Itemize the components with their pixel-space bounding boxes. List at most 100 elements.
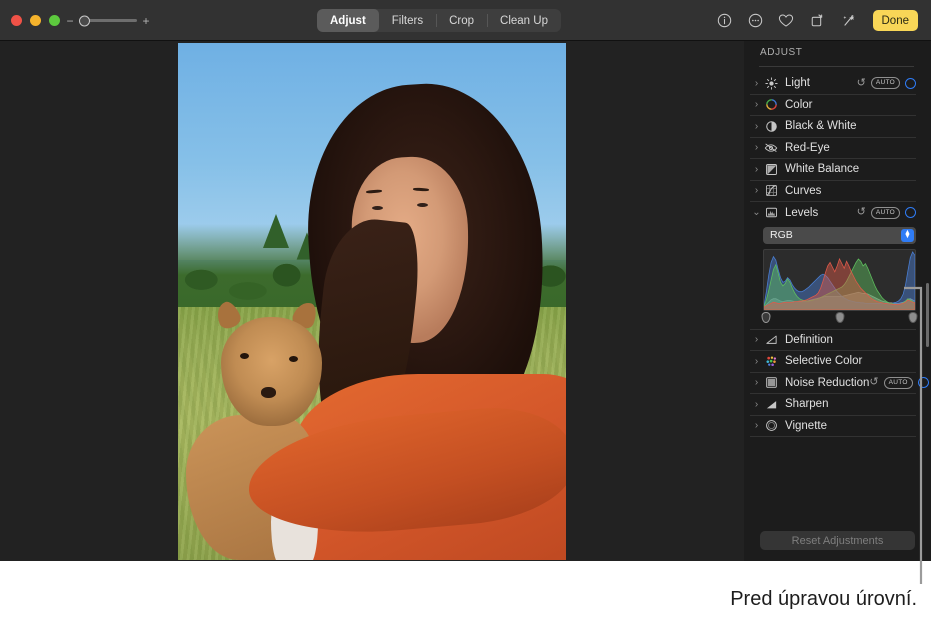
- row-controls: ↺ AUTO: [869, 377, 928, 389]
- sidebar-item-levels[interactable]: ⌄ Levels ↺ AUTO: [750, 202, 916, 224]
- levels-channel-select[interactable]: RGB ▲▼: [763, 227, 916, 244]
- chevron-right-icon[interactable]: ›: [750, 377, 763, 388]
- chevron-right-icon[interactable]: ›: [750, 164, 763, 175]
- auto-button[interactable]: AUTO: [871, 77, 900, 89]
- noise-reduction-icon: [763, 376, 779, 390]
- revert-icon[interactable]: ↺: [857, 78, 866, 89]
- chevron-right-icon[interactable]: ›: [750, 99, 763, 110]
- enable-toggle[interactable]: [918, 377, 929, 388]
- row-controls: ↺ AUTO: [857, 207, 916, 219]
- tab-adjust[interactable]: Adjust: [317, 9, 379, 32]
- zoom-slider-track[interactable]: [79, 19, 137, 22]
- photo-dog-head: [221, 317, 322, 426]
- enable-toggle[interactable]: [905, 78, 916, 89]
- sidebar-item-definition[interactable]: › Definition: [750, 330, 916, 352]
- auto-button[interactable]: AUTO: [884, 377, 913, 389]
- window-toolbar: − + Adjust Filters Crop Clean Up: [0, 0, 931, 41]
- sidebar-item-label: Selective Color: [785, 355, 862, 367]
- reset-adjustments-button[interactable]: Reset Adjustments: [760, 531, 915, 550]
- levels-histogram[interactable]: [763, 249, 916, 311]
- sidebar-item-curves[interactable]: › Curves: [750, 181, 916, 203]
- chevron-right-icon[interactable]: ›: [750, 121, 763, 132]
- crossed-eye-icon: [763, 141, 779, 155]
- chevron-right-icon[interactable]: ›: [750, 78, 763, 89]
- revert-icon[interactable]: ↺: [869, 377, 878, 388]
- favorite-heart-icon[interactable]: [778, 12, 795, 29]
- sidebar-item-label: Vignette: [785, 420, 827, 432]
- sidebar-item-label: Noise Reduction: [785, 377, 869, 389]
- editor-mode-tabs: Adjust Filters Crop Clean Up: [317, 9, 561, 32]
- sidebar-item-selective-color[interactable]: › Selective Color: [750, 351, 916, 373]
- tab-filters[interactable]: Filters: [379, 9, 436, 32]
- sidebar-scrollbar[interactable]: [926, 283, 929, 347]
- chevron-right-icon[interactable]: ›: [750, 399, 763, 410]
- chevron-up-down-icon[interactable]: ▲▼: [901, 229, 914, 242]
- sidebar-item-vignette[interactable]: › Vignette: [750, 416, 916, 438]
- more-options-icon[interactable]: [747, 12, 764, 29]
- done-button[interactable]: Done: [873, 10, 919, 31]
- photo-pine-tree: [263, 214, 289, 248]
- midtone-gamma-handle[interactable]: [835, 312, 844, 323]
- half-circle-icon: [763, 119, 779, 133]
- chevron-right-icon[interactable]: ›: [750, 185, 763, 196]
- toolbar-action-icons: Done: [716, 9, 919, 32]
- levels-icon: [763, 206, 779, 220]
- zoom-slider-control[interactable]: − +: [66, 13, 150, 28]
- revert-icon[interactable]: ↺: [857, 207, 866, 218]
- chevron-right-icon[interactable]: ›: [750, 420, 763, 431]
- photo-dog-eye: [289, 356, 298, 362]
- sidebar-item-label: Definition: [785, 334, 833, 346]
- minimize-window-button[interactable]: [30, 15, 41, 26]
- sidebar-item-black-and-white[interactable]: › Black & White: [750, 116, 916, 138]
- sidebar-item-label: Curves: [785, 185, 821, 197]
- tab-crop[interactable]: Crop: [436, 9, 487, 32]
- vignette-icon: [763, 419, 779, 433]
- photo-eyebrow: [413, 187, 429, 191]
- close-window-button[interactable]: [11, 15, 22, 26]
- edited-photo-woman-holding-dog[interactable]: [178, 43, 566, 560]
- levels-expanded-body: RGB ▲▼: [750, 224, 916, 330]
- sidebar-title: ADJUST: [760, 47, 803, 58]
- info-icon[interactable]: [716, 12, 733, 29]
- sun-icon: [763, 76, 779, 90]
- zoom-slider-knob[interactable]: [79, 15, 90, 26]
- sidebar-title-divider: [759, 66, 914, 67]
- sidebar-item-label: Color: [785, 99, 812, 111]
- white-balance-icon: [763, 162, 779, 176]
- sidebar-item-white-balance[interactable]: › White Balance: [750, 159, 916, 181]
- sidebar-item-label: Red-Eye: [785, 142, 830, 154]
- levels-channel-value: RGB: [770, 229, 793, 241]
- sidebar-item-color[interactable]: › Color: [750, 95, 916, 117]
- traffic-light-buttons: [11, 15, 60, 26]
- photo-dog-nose: [261, 387, 276, 398]
- chevron-right-icon[interactable]: ›: [750, 142, 763, 153]
- black-point-handle[interactable]: [762, 312, 771, 323]
- tab-clean-up[interactable]: Clean Up: [487, 9, 561, 32]
- white-point-handle[interactable]: [908, 312, 917, 323]
- histogram-svg: [764, 250, 915, 310]
- zoom-in-icon[interactable]: +: [142, 15, 150, 27]
- sidebar-item-light[interactable]: › Light ↺ AUTO: [750, 73, 916, 95]
- chevron-right-icon[interactable]: ›: [750, 334, 763, 345]
- sidebar-item-sharpen[interactable]: › Sharpen: [750, 394, 916, 416]
- zoom-out-icon[interactable]: −: [66, 15, 74, 27]
- chevron-down-icon[interactable]: ⌄: [750, 207, 763, 218]
- zoom-window-button[interactable]: [49, 15, 60, 26]
- sidebar-item-label: Sharpen: [785, 398, 828, 410]
- sidebar-item-red-eye[interactable]: › Red-Eye: [750, 138, 916, 160]
- color-wheel-icon: [763, 98, 779, 112]
- levels-slider-track[interactable]: [763, 311, 916, 325]
- adjustment-list: › Light ↺ AUTO: [744, 73, 931, 437]
- chevron-right-icon[interactable]: ›: [750, 356, 763, 367]
- photo-canvas-area: [0, 41, 744, 561]
- rotate-icon[interactable]: [809, 12, 826, 29]
- sidebar-item-noise-reduction[interactable]: › Noise Reduction ↺ AUTO: [750, 373, 916, 395]
- enable-toggle[interactable]: [905, 207, 916, 218]
- auto-button[interactable]: AUTO: [871, 207, 900, 219]
- selective-color-icon: [763, 354, 779, 368]
- adjust-sidebar-panel: ADJUST › Light: [744, 41, 931, 561]
- photo-eye: [372, 206, 383, 210]
- row-controls: ↺ AUTO: [857, 77, 916, 89]
- photos-editor-screenshot: − + Adjust Filters Crop Clean Up: [0, 0, 931, 625]
- magic-wand-enhance-icon[interactable]: [840, 12, 857, 29]
